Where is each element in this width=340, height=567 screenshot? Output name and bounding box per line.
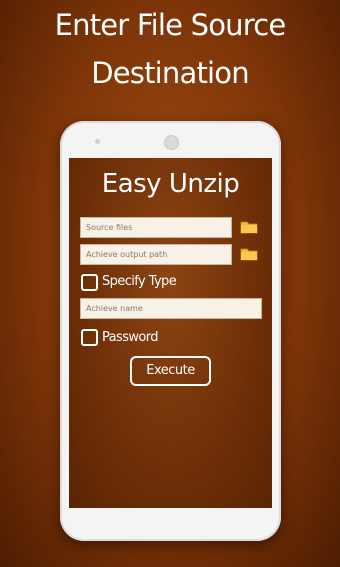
password-checkbox[interactable] [81, 329, 98, 346]
camera-icon [164, 135, 179, 150]
specify-type-checkbox[interactable] [81, 274, 98, 291]
folder-icon[interactable] [240, 220, 258, 234]
output-path-input[interactable] [80, 244, 232, 265]
specify-type-label[interactable]: Specify Type [102, 274, 177, 289]
speaker-dot [95, 139, 100, 144]
archive-name-input[interactable] [80, 298, 262, 319]
source-files-input[interactable] [80, 217, 232, 238]
execute-button[interactable]: Execute [130, 356, 211, 386]
folder-icon[interactable] [240, 247, 258, 261]
app-screen: Easy Unzip Specify Type Password Execute [69, 158, 272, 508]
phone-frame: Easy Unzip Specify Type Password Execute [60, 121, 281, 541]
password-label[interactable]: Password [102, 330, 159, 345]
headline-line-2: Destination [91, 56, 249, 90]
app-title: Easy Unzip [101, 169, 240, 199]
headline-line-1: Enter File Source [54, 8, 287, 42]
